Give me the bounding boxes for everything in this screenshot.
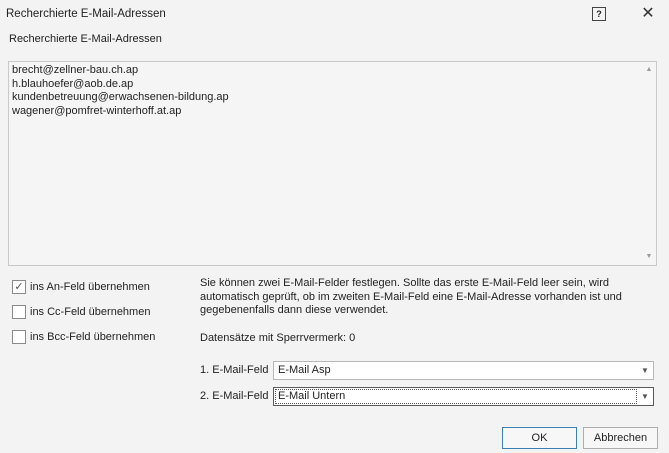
scroll-down-icon[interactable]: ▼ xyxy=(644,252,654,262)
email-field-2-label: 2. E-Mail-Feld xyxy=(200,390,269,402)
email-line: brecht@zellner-bau.ch.ap xyxy=(12,64,139,76)
scroll-up-icon[interactable]: ▲ xyxy=(644,65,654,75)
chevron-down-icon[interactable]: ▼ xyxy=(640,365,650,376)
email-field-1-select[interactable]: E-Mail Asp ▼ xyxy=(273,361,654,380)
sperrvermerk-count: Datensätze mit Sperrvermerk: 0 xyxy=(200,332,356,344)
help-icon[interactable]: ? xyxy=(592,7,606,21)
email-field-1-value: E-Mail Asp xyxy=(278,364,331,376)
email-field-2-select[interactable]: E-Mail Untern ▼ xyxy=(273,387,654,406)
email-line: kundenbetreuung@erwachsenen-bildung.ap xyxy=(12,91,229,103)
email-lines: brecht@zellner-bau.ch.ap h.blauhoefer@ao… xyxy=(12,64,229,118)
checkbox-bcc-feld-box[interactable] xyxy=(12,330,26,344)
checkbox-an-feld-label: ins An-Feld übernehmen xyxy=(30,281,150,293)
window-title: Recherchierte E-Mail-Adressen xyxy=(6,8,166,20)
vertical-scrollbar[interactable]: ▲ ▼ xyxy=(642,62,656,265)
email-line: h.blauhoefer@aob.de.ap xyxy=(12,77,134,90)
section-label: Recherchierte E-Mail-Adressen xyxy=(9,33,162,45)
chevron-down-icon[interactable]: ▼ xyxy=(640,391,650,402)
email-line: wagener@pomfret-winterhoff.at.ap xyxy=(12,104,182,117)
email-field-1-label: 1. E-Mail-Feld xyxy=(200,364,269,376)
ok-button[interactable]: OK xyxy=(502,427,577,449)
checkbox-bcc-feld[interactable]: ins Bcc-Feld übernehmen xyxy=(12,330,155,344)
checkbox-cc-feld-box[interactable] xyxy=(12,305,26,319)
checkbox-cc-feld[interactable]: ins Cc-Feld übernehmen xyxy=(12,305,150,319)
close-icon[interactable]: ✕ xyxy=(638,4,658,24)
checkbox-bcc-feld-label: ins Bcc-Feld übernehmen xyxy=(30,331,156,343)
email-field-2-value: E-Mail Untern xyxy=(278,390,346,402)
info-text: Sie können zwei E-Mail-Felder festlegen.… xyxy=(200,277,622,316)
cancel-button[interactable]: Abbrechen xyxy=(583,427,658,449)
checkbox-an-feld[interactable]: ✓ ins An-Feld übernehmen xyxy=(12,280,150,294)
checkbox-an-feld-box[interactable]: ✓ xyxy=(12,280,26,294)
checkbox-cc-feld-label: ins Cc-Feld übernehmen xyxy=(30,306,151,318)
email-list-memo[interactable]: brecht@zellner-bau.ch.ap h.blauhoefer@ao… xyxy=(8,61,657,266)
